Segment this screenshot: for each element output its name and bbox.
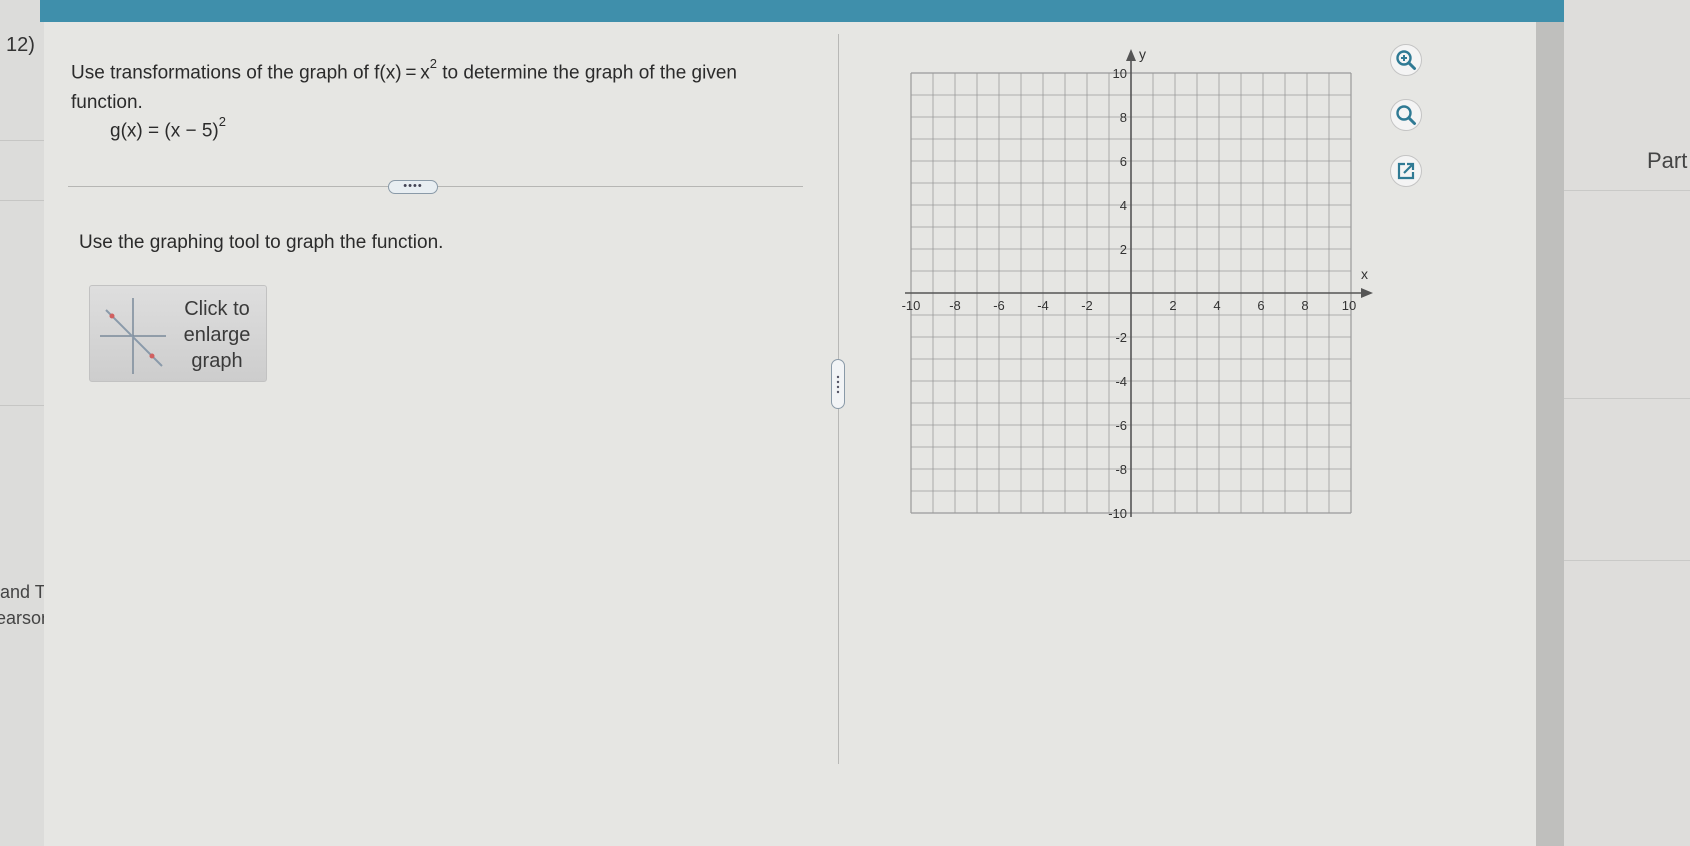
tick-label: 8 [1301,298,1308,313]
tick-label: -4 [1037,298,1049,313]
y-axis-arrow [1126,49,1136,61]
right-divider [1564,398,1690,399]
tick-label: -2 [1081,298,1093,313]
right-divider [1564,560,1690,561]
tick-label: -4 [1115,374,1127,389]
tick-label: 10 [1113,66,1127,81]
enlarge-graph-button[interactable]: Click to enlarge graph [89,285,267,382]
tick-label: 10 [1342,298,1356,313]
grip-dots-icon [836,375,840,394]
tick-label: 2 [1169,298,1176,313]
zoom-out-button[interactable] [1390,99,1422,131]
question-number: 12) [6,34,35,56]
right-divider [1564,190,1690,191]
y-axis-label: y [1139,46,1146,62]
instruction-text: Use the graphing tool to graph the funct… [79,232,444,253]
tick-label: -10 [902,298,921,313]
pane-resize-handle[interactable] [831,359,845,409]
part-label: Part [1647,148,1688,173]
tick-label: 4 [1213,298,1220,313]
tick-label: 2 [1120,242,1127,257]
x-axis-arrow [1361,288,1373,298]
tick-label: -8 [1115,462,1127,477]
tick-label: -6 [1115,418,1127,433]
zoom-in-button[interactable] [1390,44,1422,76]
top-bar [40,0,1570,22]
expand-more-button[interactable]: •••• [388,180,438,194]
tick-label: 6 [1257,298,1264,313]
tick-label: 8 [1120,110,1127,125]
right-panel-edge [1564,0,1690,846]
enlarge-graph-label: Click to enlarge graph [183,298,251,372]
tick-label: -6 [993,298,1005,313]
open-new-window-icon [1397,162,1415,180]
tick-label: -8 [949,298,961,313]
zoom-in-icon [1396,50,1416,70]
tick-label: 4 [1120,198,1127,213]
tick-label: -10 [1108,506,1127,521]
tick-label: -2 [1115,330,1127,345]
coordinate-graph[interactable]: -10 -8 -6 -4 -2 2 4 6 8 10 10 8 6 4 2 -2 -4 -6 -8 -10 x y [895,45,1375,535]
question-prompt: Use transformations of the graph of f(x)… [71,56,737,114]
tick-label: 6 [1120,154,1127,169]
given-function: g(x) = (x − 5)2 [110,114,226,142]
x-axis-label: x [1361,266,1368,282]
open-new-window-button[interactable] [1390,155,1422,187]
scrollbar[interactable] [1536,22,1564,846]
zoom-out-icon [1396,105,1416,125]
graph-thumbnail-icon [100,298,166,374]
